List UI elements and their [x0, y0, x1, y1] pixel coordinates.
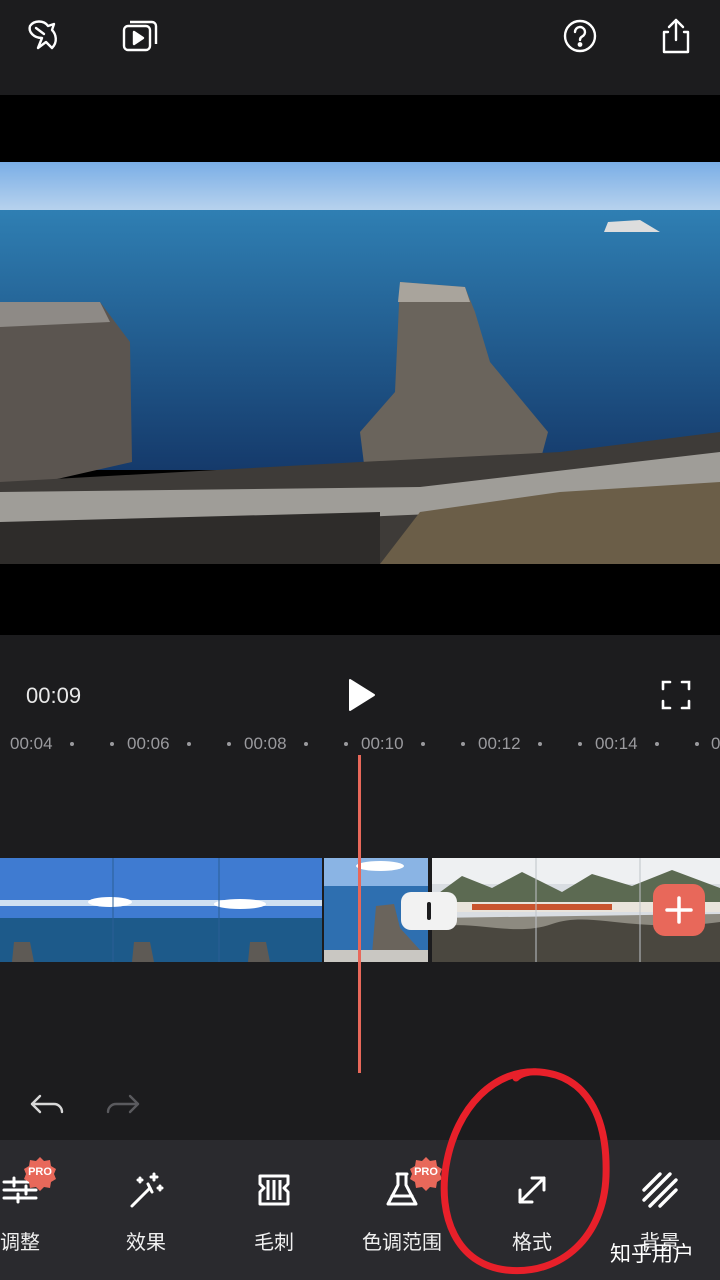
playback-controls: 00:09 — [0, 635, 720, 730]
tool-effects[interactable]: 效果 — [86, 1164, 206, 1264]
top-bar — [0, 0, 720, 95]
transition-handle[interactable] — [401, 892, 457, 930]
video-frame — [0, 162, 720, 564]
video-preview[interactable] — [0, 95, 720, 635]
tool-adjust[interactable]: PRO 调整 — [0, 1157, 80, 1264]
glitch-icon — [254, 1170, 294, 1210]
play-button[interactable] — [340, 675, 380, 715]
play-gallery-icon[interactable] — [118, 14, 162, 58]
redo-icon[interactable] — [104, 1090, 142, 1120]
ruler-dot — [227, 742, 231, 746]
ruler-dot — [695, 742, 699, 746]
ruler-dot — [304, 742, 308, 746]
tool-label: 毛刺 — [254, 1230, 294, 1254]
ruler-label: 00:14 — [595, 734, 638, 753]
ruler-label: 0 — [711, 734, 720, 753]
plus-icon — [665, 896, 693, 924]
undo-icon[interactable] — [28, 1090, 66, 1120]
ruler-dot — [70, 742, 74, 746]
ruler-label: 00:10 — [361, 734, 404, 753]
ruler-dot — [538, 742, 542, 746]
ruler-dot — [421, 742, 425, 746]
ruler-dot — [344, 742, 348, 746]
help-icon[interactable] — [558, 14, 602, 58]
timeline[interactable]: 00:04 00:06 00:08 00:10 00:12 00:14 0 — [0, 730, 720, 1140]
ruler-label: 00:06 — [127, 734, 170, 753]
ruler-dot — [110, 742, 114, 746]
clip-ocean[interactable] — [0, 858, 428, 962]
playhead[interactable] — [358, 755, 361, 1073]
magic-wand-icon — [126, 1170, 166, 1210]
ruler-label: 00:08 — [244, 734, 287, 753]
tool-label: 调整 — [0, 1230, 40, 1254]
ruler-dot — [461, 742, 465, 746]
add-clip-button[interactable] — [653, 884, 705, 936]
ruler-label: 00:04 — [10, 734, 53, 753]
tool-glitch[interactable]: 毛刺 — [214, 1164, 334, 1264]
ruler-dot — [655, 742, 659, 746]
ruler-label: 00:12 — [478, 734, 521, 753]
tool-label: 效果 — [126, 1230, 166, 1254]
ruler-dot — [187, 742, 191, 746]
current-time: 00:09 — [26, 683, 82, 708]
watermark: 知乎用户 — [610, 1242, 694, 1266]
ruler-dot — [578, 742, 582, 746]
bird-logo-icon[interactable] — [22, 14, 66, 58]
fullscreen-icon[interactable] — [660, 679, 692, 711]
share-icon[interactable] — [654, 14, 698, 58]
highlight-circle — [436, 1066, 612, 1276]
time-ruler: 00:04 00:06 00:08 00:10 00:12 00:14 0 — [0, 730, 720, 758]
pro-badge: PRO — [22, 1156, 58, 1192]
stripes-icon — [640, 1170, 680, 1210]
pro-label: PRO — [28, 1166, 52, 1178]
